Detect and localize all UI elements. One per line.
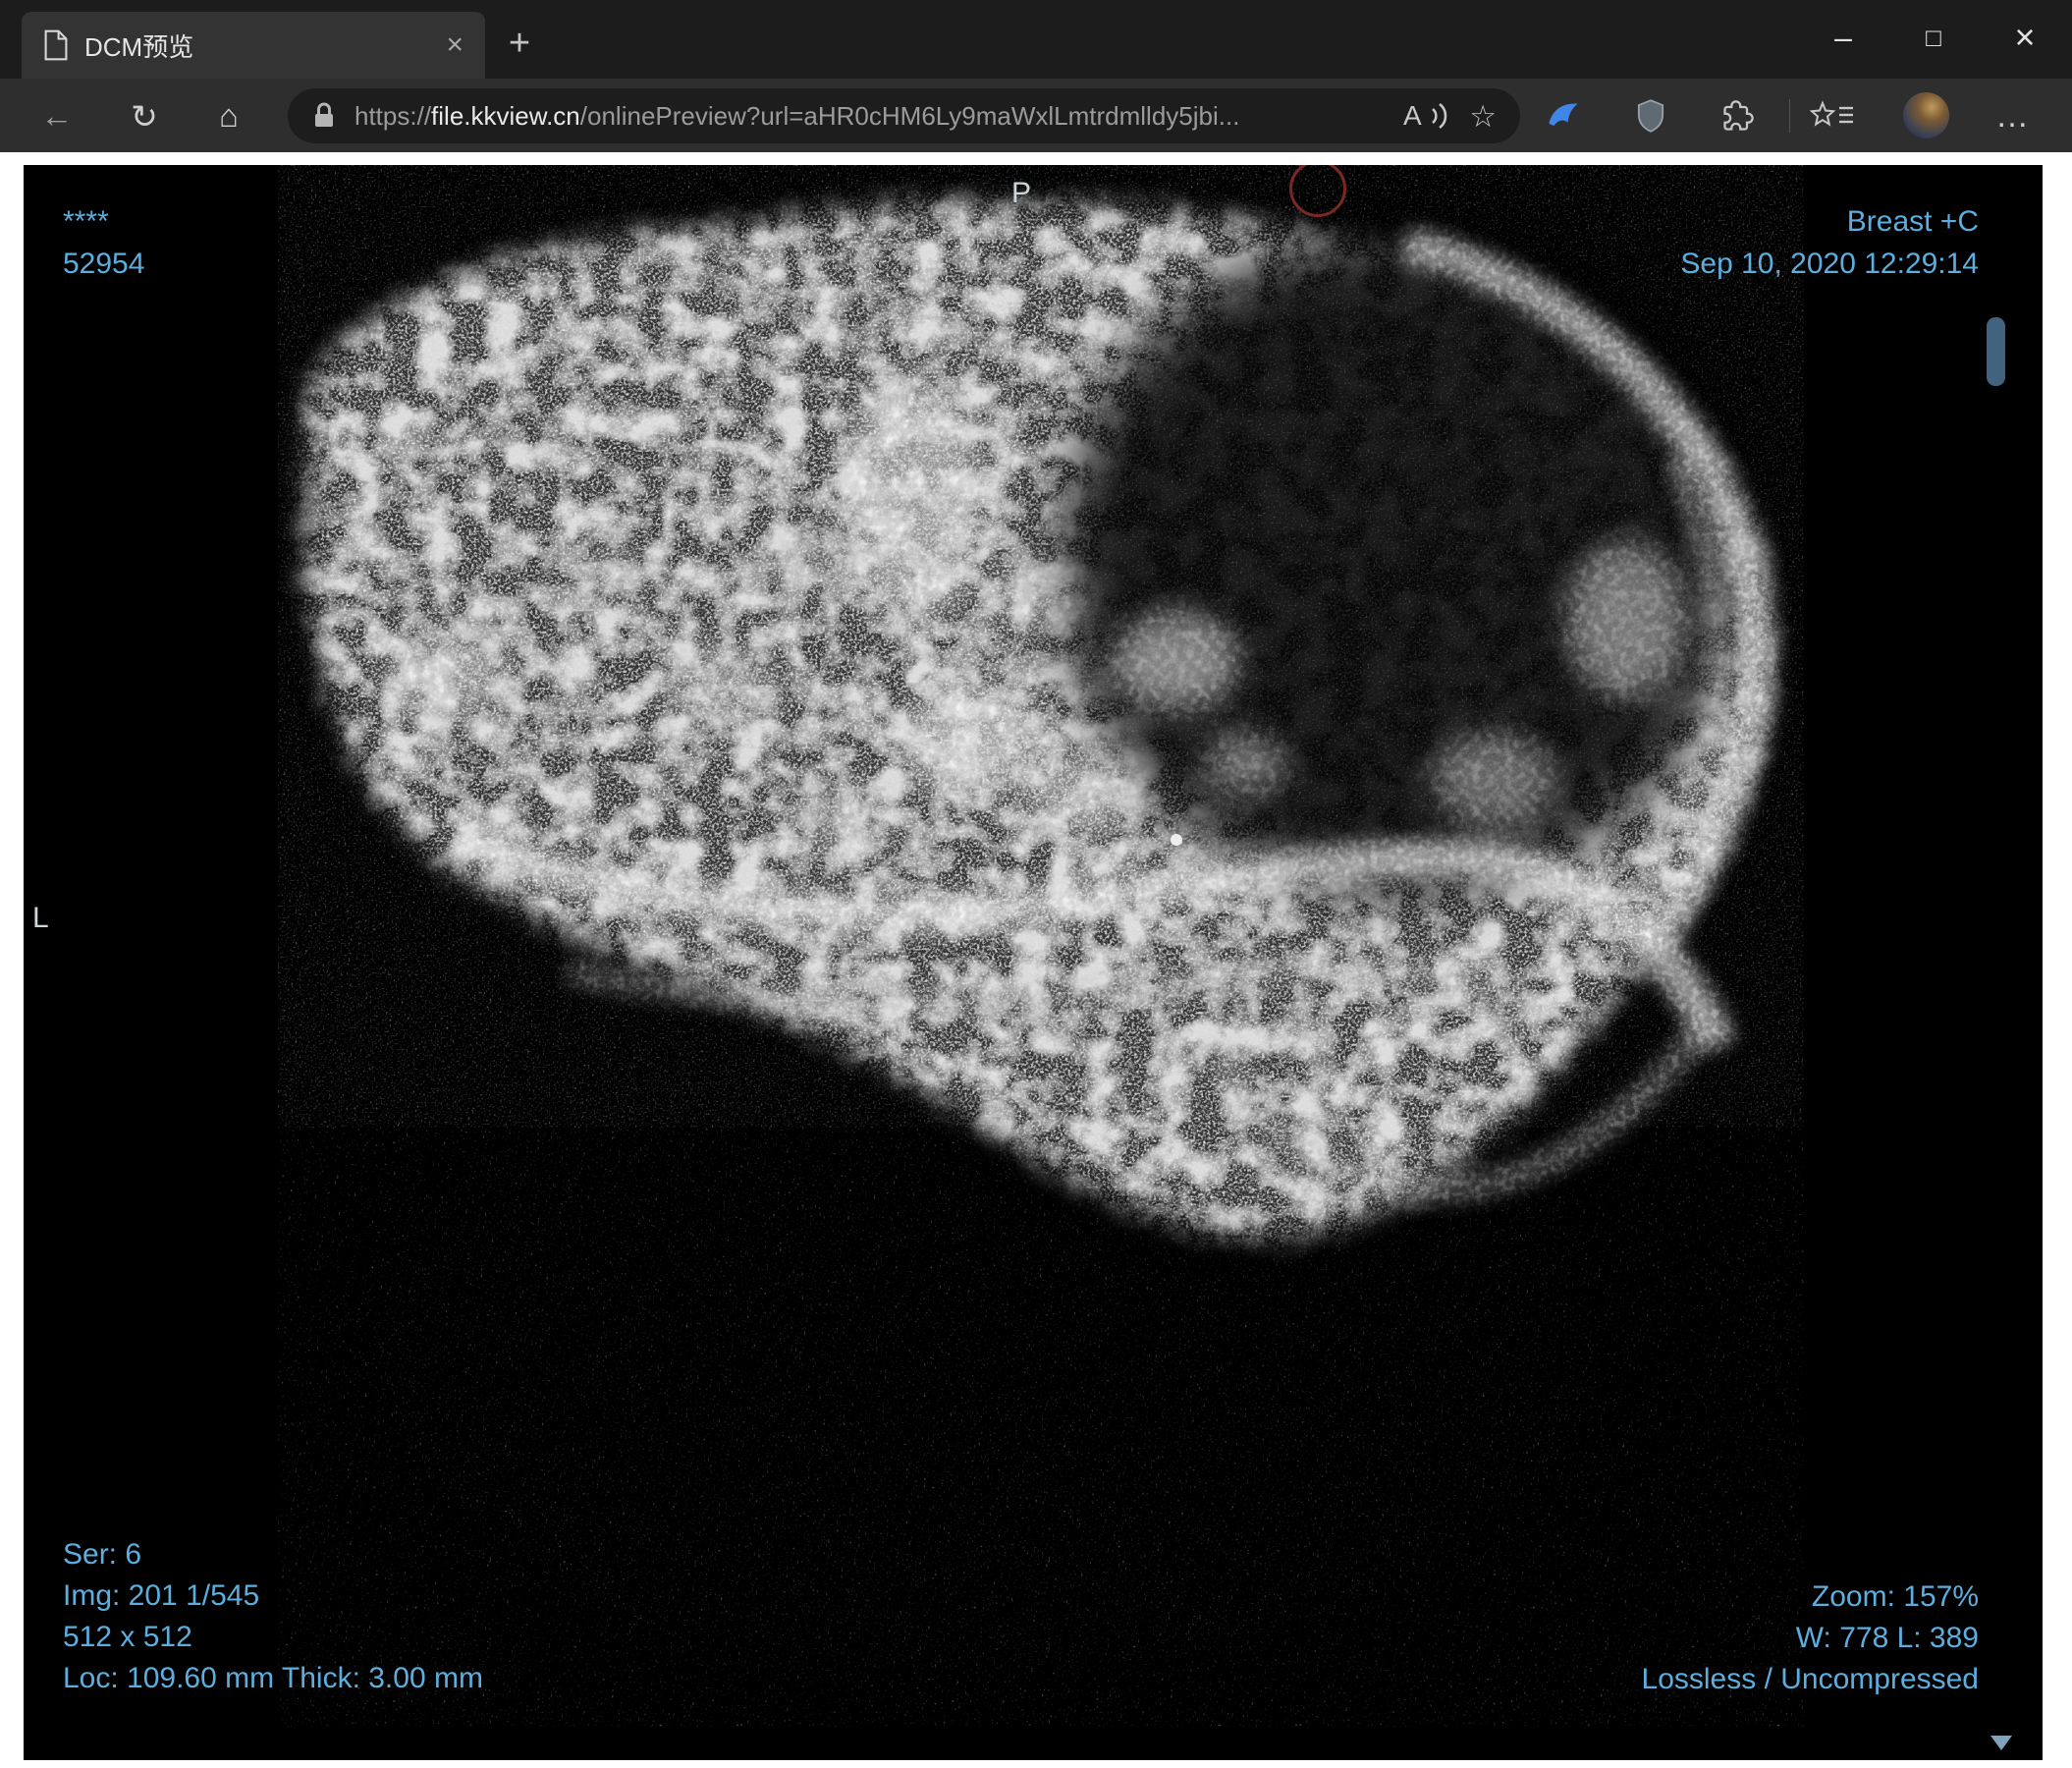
read-aloud-icon[interactable]: A — [1402, 99, 1449, 133]
add-favorite-star-icon[interactable]: ☆ — [1469, 101, 1497, 132]
profile-avatar[interactable] — [1903, 92, 1949, 138]
url-path: /onlinePreview?url=aHR0cHM6Ly9maWxlLmtrd… — [579, 100, 1240, 131]
compression-info: Lossless / Uncompressed — [1641, 1663, 1979, 1695]
mri-scan-svg — [278, 165, 1804, 1727]
blue-extension-icon[interactable] — [1538, 91, 1589, 140]
favorites-menu-icon[interactable] — [1807, 91, 1858, 140]
study-info-overlay: Breast +C Sep 10, 2020 12:29:14 — [1680, 200, 1979, 285]
display-info-overlay: Zoom: 157% W: 778 L: 389 Lossless / Unco… — [1642, 1576, 1979, 1700]
url-text: https://file.kkview.cn/onlinePreview?url… — [354, 101, 1383, 132]
toolbar-divider — [1789, 99, 1790, 133]
image-number: Img: 201 1/545 — [63, 1579, 260, 1612]
new-tab-button[interactable]: + — [496, 22, 543, 65]
tab-title: DCM预览 — [84, 31, 194, 62]
zoom-level: Zoom: 157% — [1811, 1580, 1979, 1613]
svg-text:A: A — [1403, 100, 1422, 131]
extensions-puzzle-icon[interactable] — [1713, 91, 1764, 140]
address-bar[interactable]: https://file.kkview.cn/onlinePreview?url… — [288, 88, 1520, 143]
mri-image — [278, 165, 1804, 1727]
patient-id: 52954 — [63, 248, 145, 280]
window-level: W: 778 L: 389 — [1795, 1622, 1979, 1654]
matrix-size: 512 x 512 — [63, 1621, 192, 1653]
navigation-bar: ← ↻ ⌂ https://file.kkview.cn/onlinePrevi… — [0, 79, 2072, 152]
series-info-overlay: Ser: 6 Img: 201 1/545 512 x 512 Loc: 109… — [63, 1534, 483, 1699]
series-number: Ser: 6 — [63, 1538, 142, 1571]
tab-strip: DCM预览 × + – □ × — [0, 0, 2072, 79]
orientation-posterior-label: P — [1011, 177, 1032, 209]
study-datetime: Sep 10, 2020 12:29:14 — [1680, 248, 1979, 280]
shield-extension-icon[interactable] — [1625, 91, 1676, 140]
scrollbar-thumb[interactable] — [1987, 317, 2005, 386]
tab-close-icon[interactable]: × — [446, 30, 463, 60]
refresh-button[interactable]: ↻ — [117, 91, 172, 140]
orientation-left-label: L — [32, 902, 49, 934]
lock-icon[interactable] — [313, 102, 335, 130]
dicom-viewer[interactable]: **** 52954 P L Breast +C Sep 10, 2020 12… — [24, 165, 2043, 1760]
tab-dcm-preview[interactable]: DCM预览 × — [22, 12, 485, 79]
window-close-button[interactable]: × — [1992, 10, 2057, 65]
slice-location: Loc: 109.60 mm Thick: 3.00 mm — [63, 1662, 483, 1694]
study-description: Breast +C — [1846, 205, 1979, 238]
browser-window: DCM预览 × + – □ × ← ↻ ⌂ https://file.kkvie… — [0, 0, 2072, 1768]
patient-info-overlay: **** 52954 — [63, 200, 144, 285]
scrollbar-down-arrow-icon[interactable] — [1990, 1736, 2012, 1750]
home-button[interactable]: ⌂ — [201, 91, 256, 140]
window-maximize-button[interactable]: □ — [1901, 10, 1966, 65]
url-scheme: https:// — [354, 100, 432, 131]
url-host: file.kkview.cn — [431, 100, 580, 131]
back-button[interactable]: ← — [29, 91, 84, 140]
page-favicon-icon — [44, 29, 68, 61]
patient-name: **** — [63, 205, 109, 238]
settings-more-icon[interactable]: … — [1988, 91, 2039, 140]
window-minimize-button[interactable]: – — [1811, 10, 1876, 65]
